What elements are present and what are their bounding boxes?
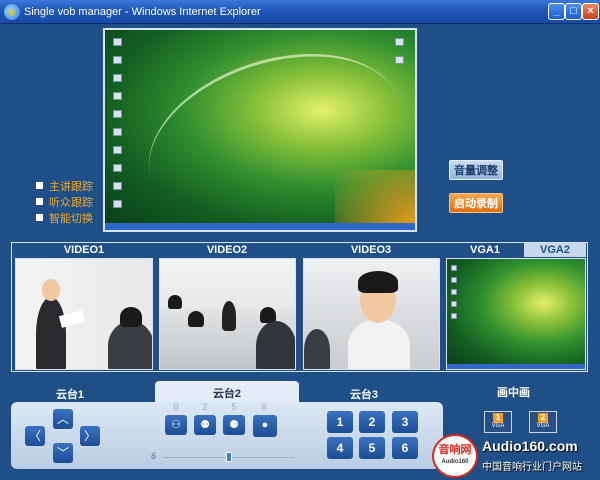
desktop-icon bbox=[113, 146, 122, 154]
video1-label: VIDEO1 bbox=[63, 244, 105, 256]
audience-figure bbox=[108, 321, 152, 369]
camera-group-icon: ⚇ bbox=[171, 419, 181, 431]
pan-left-button[interactable]: 〈 bbox=[25, 426, 45, 446]
pip-label: 画中画 bbox=[497, 387, 530, 399]
watermark-tagline: 中国音响行业门户网站 bbox=[482, 462, 582, 473]
desktop-icon bbox=[451, 265, 457, 271]
checkbox[interactable] bbox=[36, 214, 43, 221]
maximize-button[interactable]: □ bbox=[565, 3, 582, 20]
desktop-icon bbox=[451, 289, 457, 295]
desktop-icon bbox=[113, 200, 122, 208]
camera-group-icon: ⚈ bbox=[229, 419, 239, 431]
minimize-button[interactable]: _ bbox=[548, 3, 565, 20]
window-title: Single vob manager - Windows Internet Ex… bbox=[24, 6, 261, 18]
preset-6-button[interactable]: 6 bbox=[392, 437, 418, 459]
desktop-icon bbox=[113, 38, 122, 46]
pan-down-button[interactable]: ﹀ bbox=[53, 443, 73, 463]
pip-number: 2 bbox=[538, 413, 548, 423]
student-head bbox=[168, 295, 182, 309]
tab-ptz2-label: 云台2 bbox=[212, 388, 242, 400]
camera-number: 8 bbox=[261, 402, 267, 412]
desktop-icon bbox=[113, 56, 122, 64]
arrow-right-icon: 〉 bbox=[83, 429, 96, 443]
arrow-left-icon: 〈 bbox=[28, 429, 41, 443]
window-titlebar: e Single vob manager - Windows Internet … bbox=[0, 0, 600, 24]
tab-ptz3[interactable]: 云台3 bbox=[324, 386, 404, 402]
lecturer-figure bbox=[222, 301, 236, 331]
arrow-up-icon: ︿ bbox=[56, 412, 69, 426]
vga-taskbar bbox=[447, 364, 585, 369]
neighbor-figure bbox=[304, 329, 330, 369]
checkbox[interactable] bbox=[36, 198, 43, 205]
lecturer-figure bbox=[36, 297, 66, 369]
preset-5-button[interactable]: 5 bbox=[359, 437, 385, 459]
desktop-icon bbox=[451, 277, 457, 283]
pip-text: VGA bbox=[491, 423, 505, 429]
student-shirt bbox=[348, 319, 410, 369]
camera-position-button-3[interactable]: ⚈ bbox=[223, 415, 245, 435]
video2-thumbnail[interactable] bbox=[159, 258, 296, 370]
tab-vga1[interactable]: VGA1 bbox=[446, 243, 524, 257]
ie-icon: e bbox=[4, 4, 20, 20]
video3-label: VIDEO3 bbox=[350, 244, 392, 256]
camera-position-button-4[interactable]: ● bbox=[253, 415, 277, 437]
pip-number: 1 bbox=[493, 413, 503, 423]
preview-taskbar bbox=[105, 223, 415, 230]
volume-adjust-button[interactable]: 音量调整 bbox=[449, 160, 503, 180]
desktop-icon bbox=[113, 92, 122, 100]
desktop-icon bbox=[451, 313, 457, 319]
checkbox[interactable] bbox=[36, 182, 43, 189]
watermark-logo: 音响网 Audio160 bbox=[432, 434, 478, 478]
camera-position-button-1[interactable]: ⚇ bbox=[165, 415, 187, 435]
pip-vga2-button[interactable]: 2 VGA bbox=[529, 411, 557, 433]
close-button[interactable]: × bbox=[582, 3, 599, 20]
tab-ptz1[interactable]: 云台1 bbox=[40, 386, 100, 402]
audience-head bbox=[120, 307, 142, 327]
video2-label: VIDEO2 bbox=[206, 244, 248, 256]
camera-number: 0 bbox=[173, 402, 179, 412]
start-recording-button[interactable]: 启动录制 bbox=[449, 193, 503, 213]
camera-number: 5 bbox=[231, 402, 237, 412]
desktop-icon bbox=[113, 74, 122, 82]
preset-2-button[interactable]: 2 bbox=[359, 411, 385, 433]
tracking-option-lecturer[interactable]: 主讲跟踪 bbox=[36, 178, 93, 194]
desktop-icon bbox=[451, 301, 457, 307]
vga-thumbnail[interactable] bbox=[446, 258, 586, 370]
lecturer-head bbox=[42, 279, 60, 301]
tab-vga2[interactable]: VGA2 bbox=[524, 243, 586, 257]
pan-right-button[interactable]: 〉 bbox=[80, 426, 100, 446]
camera-position-button-2[interactable]: ⚉ bbox=[194, 415, 216, 435]
desktop-icon bbox=[113, 164, 122, 172]
zoom-slider-knob[interactable] bbox=[226, 452, 232, 462]
pan-up-button[interactable]: ︿ bbox=[53, 409, 73, 429]
preset-4-button[interactable]: 4 bbox=[327, 437, 353, 459]
desktop-icon bbox=[113, 128, 122, 136]
student-figure bbox=[256, 321, 295, 369]
tracking-option-smart-switch[interactable]: 智能切换 bbox=[36, 210, 93, 226]
student-head bbox=[188, 311, 204, 327]
zoom-value: 6 bbox=[151, 451, 157, 461]
camera-number: 2 bbox=[202, 402, 208, 412]
wallpaper-glow bbox=[335, 170, 415, 230]
tracking-option-audience[interactable]: 听众跟踪 bbox=[36, 194, 93, 210]
student-hair bbox=[358, 271, 398, 293]
main-preview bbox=[103, 28, 417, 232]
video3-thumbnail[interactable] bbox=[303, 258, 440, 370]
pip-vga1-button[interactable]: 1 VGA bbox=[484, 411, 512, 433]
camera-group-icon: ⚉ bbox=[200, 419, 210, 431]
preset-3-button[interactable]: 3 bbox=[392, 411, 418, 433]
watermark-site: Audio160.com bbox=[482, 438, 578, 454]
desktop-icon bbox=[113, 110, 122, 118]
pip-text: VGA bbox=[536, 423, 550, 429]
watermark: 音响网 Audio160 Audio160.com 中国音响行业门户网站 bbox=[430, 432, 600, 480]
arrow-down-icon: ﹀ bbox=[56, 446, 69, 460]
desktop-icon bbox=[113, 182, 122, 190]
preset-1-button[interactable]: 1 bbox=[327, 411, 353, 433]
desktop-icon bbox=[395, 38, 404, 46]
user-icon: ● bbox=[261, 419, 269, 431]
desktop-icon bbox=[395, 56, 404, 64]
video1-thumbnail[interactable] bbox=[15, 258, 153, 370]
